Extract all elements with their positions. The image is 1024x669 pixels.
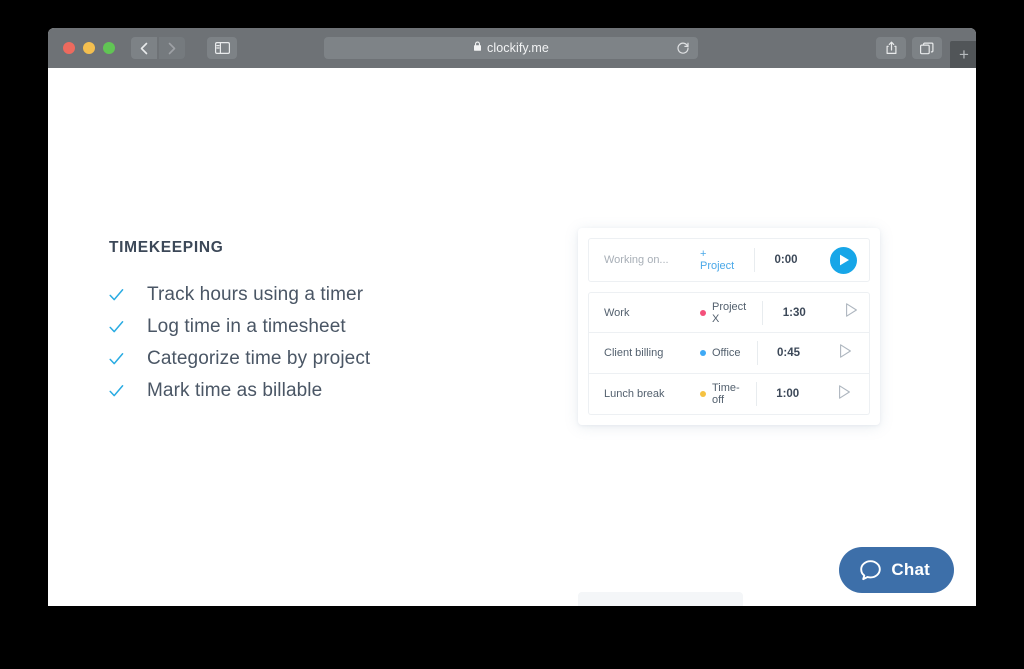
entry-project-label: Time-off (712, 382, 740, 406)
new-tab-button[interactable]: + (950, 41, 976, 68)
check-icon (109, 288, 137, 302)
back-button[interactable] (131, 37, 157, 59)
new-tab-label: + (959, 45, 969, 64)
check-icon (109, 320, 137, 334)
time-entry-row[interactable]: Client billing Office 0:45 (588, 333, 870, 374)
entry-duration: 1:30 (782, 306, 806, 319)
project-color-dot (700, 391, 706, 397)
feature-item: Mark time as billable (109, 375, 509, 407)
resume-timer-button[interactable] (819, 384, 871, 405)
add-project-button[interactable]: + Project (700, 248, 754, 272)
next-section-card-peek (578, 592, 743, 606)
entry-description: Work (604, 306, 630, 319)
timer-widget: Working on... + Project 0:00 Work Projec… (578, 228, 880, 425)
feature-item: Categorize time by project (109, 343, 509, 375)
timekeeping-section: TIMEKEEPING Track hours using a timer Lo… (109, 239, 509, 407)
lock-icon (473, 39, 482, 57)
play-filled-icon (829, 246, 857, 274)
toolbar-right-buttons (876, 37, 942, 59)
timer-description-input[interactable]: Working on... (604, 254, 700, 266)
play-outline-icon (838, 343, 853, 364)
feature-item: Log time in a timesheet (109, 311, 509, 343)
entry-duration: 1:00 (776, 388, 800, 400)
entry-project[interactable]: Office (700, 347, 757, 359)
page-content: TIMEKEEPING Track hours using a timer Lo… (48, 68, 976, 606)
minimize-window-button[interactable] (83, 42, 95, 54)
chat-bubble-icon (859, 559, 882, 582)
reload-icon[interactable] (676, 41, 690, 55)
play-outline-icon (844, 302, 859, 323)
resume-timer-button[interactable] (825, 302, 877, 323)
start-timer-button[interactable] (817, 246, 869, 274)
active-timer-row[interactable]: Working on... + Project 0:00 (588, 238, 870, 282)
chat-label: Chat (891, 560, 930, 579)
feature-label: Log time in a timesheet (147, 316, 346, 337)
entry-project-label: Project X (712, 300, 747, 325)
resume-timer-button[interactable] (820, 343, 872, 364)
entry-project[interactable]: Time-off (700, 382, 756, 406)
play-outline-icon (837, 384, 852, 405)
entry-description: Lunch break (604, 388, 665, 400)
check-icon (109, 352, 137, 366)
entry-description: Client billing (604, 347, 664, 359)
browser-toolbar: clockify.me + (48, 28, 976, 68)
check-icon (109, 384, 137, 398)
entry-project-label: Office (712, 347, 741, 359)
project-color-dot (700, 350, 706, 356)
sidebar-toggle-button[interactable] (207, 37, 237, 59)
page-title: TIMEKEEPING (109, 239, 224, 256)
feature-item: Track hours using a timer (109, 279, 509, 311)
share-button[interactable] (876, 37, 906, 59)
tab-overview-button[interactable] (912, 37, 942, 59)
timer-duration: 0:00 (774, 254, 798, 266)
forward-button[interactable] (159, 37, 185, 59)
chat-button[interactable]: Chat (839, 547, 954, 593)
address-bar[interactable]: clockify.me (324, 37, 698, 59)
zoom-window-button[interactable] (103, 42, 115, 54)
window-controls (63, 42, 115, 54)
feature-label: Mark time as billable (147, 380, 323, 401)
time-entry-row[interactable]: Work Project X 1:30 (588, 292, 870, 333)
project-color-dot (700, 309, 706, 316)
feature-label: Track hours using a timer (147, 284, 364, 305)
time-entry-row[interactable]: Lunch break Time-off 1:00 (588, 374, 870, 415)
browser-window: clockify.me + TIMEKEEPING Track hours us… (48, 28, 976, 606)
close-window-button[interactable] (63, 42, 75, 54)
entry-duration: 0:45 (777, 347, 801, 359)
navigation-buttons (131, 37, 185, 59)
time-entry-list: Work Project X 1:30 Client billing Offic… (588, 292, 870, 415)
url-text: clockify.me (487, 41, 549, 55)
feature-label: Categorize time by project (147, 348, 371, 369)
entry-project[interactable]: Project X (700, 301, 762, 325)
